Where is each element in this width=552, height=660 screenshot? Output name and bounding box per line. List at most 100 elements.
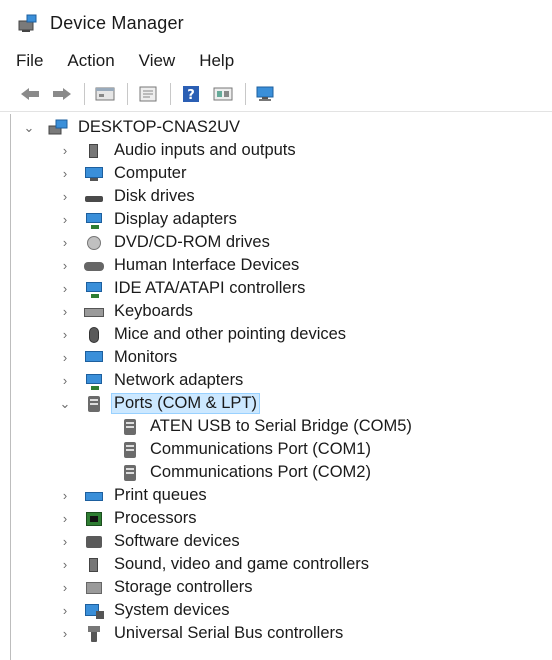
tree-node[interactable]: › Disk drives (57, 185, 198, 208)
mouse-icon (83, 325, 105, 345)
help-button[interactable]: ? (177, 81, 205, 107)
tree-node-label: Network adapters (114, 371, 244, 389)
tree-node[interactable]: › Processors (57, 507, 200, 530)
expand-chevron-icon[interactable]: › (57, 534, 73, 550)
tree-child[interactable]: Communications Port (COM1) (119, 438, 374, 461)
tree-node[interactable]: › Audio inputs and outputs (57, 139, 299, 162)
tree-node-label: Universal Serial Bus controllers (114, 624, 344, 642)
expand-chevron-icon[interactable]: › (57, 281, 73, 297)
properties-icon (139, 86, 157, 101)
expand-chevron-icon[interactable]: › (57, 212, 73, 228)
title-bar: Device Manager (0, 0, 552, 46)
scan-hardware-button[interactable] (252, 81, 280, 107)
expand-chevron-icon[interactable]: › (57, 143, 73, 159)
tree-node-label: Disk drives (114, 187, 195, 205)
expand-chevron-icon[interactable]: › (57, 603, 73, 619)
tree-root[interactable]: ⌄ DESKTOP-CNAS2UV (21, 116, 243, 139)
tree-node[interactable]: › System devices (57, 599, 233, 622)
display-adapter-icon (83, 210, 105, 230)
dvd-drive-icon (83, 233, 105, 253)
tree-node[interactable]: › IDE ATA/ATAPI controllers (57, 277, 308, 300)
computer-root-icon (47, 118, 69, 138)
menu-view[interactable]: View (139, 51, 176, 71)
speaker-icon (83, 141, 105, 161)
tree-node-selected[interactable]: ⌄ Ports (COM & LPT) (57, 392, 261, 415)
tree-child-label: ATEN USB to Serial Bridge (COM5) (150, 417, 412, 435)
tree-node-label: System devices (114, 601, 230, 619)
tree-node[interactable]: › Mice and other pointing devices (57, 323, 349, 346)
tree-node[interactable]: › Sound, video and game controllers (57, 553, 372, 576)
expand-chevron-icon[interactable]: › (57, 350, 73, 366)
toolbar-separator (170, 82, 171, 105)
tree-node-label: Audio inputs and outputs (114, 141, 296, 159)
expand-chevron-icon[interactable]: › (57, 373, 73, 389)
tree-node[interactable]: › Display adapters (57, 208, 240, 231)
tree-node[interactable]: › Computer (57, 162, 189, 185)
port-icon (119, 440, 141, 460)
expand-chevron-icon[interactable]: › (57, 580, 73, 596)
menu-help[interactable]: Help (199, 51, 234, 71)
tree-child[interactable]: Communications Port (COM2) (119, 461, 374, 484)
window-title: Device Manager (50, 12, 184, 33)
tree-node-label: Sound, video and game controllers (114, 555, 369, 573)
forward-arrow-icon (53, 87, 71, 100)
menu-bar: File Action View Help (0, 46, 552, 76)
tree-node-label: DVD/CD-ROM drives (114, 233, 270, 251)
console-tree-icon (95, 87, 115, 100)
software-device-icon (83, 532, 105, 552)
tree-node[interactable]: › Keyboards (57, 300, 196, 323)
tree-child-label: Communications Port (COM2) (150, 463, 371, 481)
toolbar-separator (245, 82, 246, 105)
back-arrow-icon (21, 87, 39, 100)
tree-node-label: Ports (COM & LPT) (111, 393, 261, 414)
tree-node-label: Processors (114, 509, 197, 527)
disk-drive-icon (83, 187, 105, 207)
tree-node[interactable]: › Print queues (57, 484, 210, 507)
collapse-chevron-icon[interactable]: ⌄ (21, 120, 37, 136)
tree-root-label: DESKTOP-CNAS2UV (78, 118, 240, 136)
tree-node-label: Software devices (114, 532, 240, 550)
hid-icon (83, 256, 105, 276)
tree-node[interactable]: › Network adapters (57, 369, 246, 392)
tree-node[interactable]: › DVD/CD-ROM drives (57, 231, 273, 254)
properties-button[interactable] (134, 81, 162, 107)
menu-action[interactable]: Action (67, 51, 114, 71)
tree-node-label: Storage controllers (114, 578, 253, 596)
tree-node[interactable]: › Storage controllers (57, 576, 256, 599)
forward-button[interactable] (48, 81, 76, 107)
help-icon: ? (183, 85, 199, 103)
tree-node-label: Monitors (114, 348, 178, 366)
collapse-chevron-icon[interactable]: ⌄ (57, 396, 73, 412)
tree-child-label: Communications Port (COM1) (150, 440, 371, 458)
show-hide-console-tree-button[interactable] (91, 81, 119, 107)
expand-chevron-icon[interactable]: › (57, 304, 73, 320)
storage-controller-icon (83, 578, 105, 598)
tree-node[interactable]: › Human Interface Devices (57, 254, 302, 277)
printer-icon (83, 486, 105, 506)
expand-chevron-icon[interactable]: › (57, 511, 73, 527)
tree-node[interactable]: › Monitors (57, 346, 180, 369)
toolbar-separator (84, 82, 85, 105)
tree-node[interactable]: › Universal Serial Bus controllers (57, 622, 346, 645)
tree-node-label: IDE ATA/ATAPI controllers (114, 279, 306, 297)
expand-chevron-icon[interactable]: › (57, 258, 73, 274)
update-driver-button[interactable] (209, 81, 237, 107)
menu-file[interactable]: File (16, 51, 43, 71)
expand-chevron-icon[interactable]: › (57, 235, 73, 251)
back-button[interactable] (16, 81, 44, 107)
tree-node-label: Print queues (114, 486, 207, 504)
expand-chevron-icon[interactable]: › (57, 327, 73, 343)
network-adapter-icon (83, 371, 105, 391)
monitor-icon (83, 348, 105, 368)
expand-chevron-icon[interactable]: › (57, 488, 73, 504)
tree-node[interactable]: › Software devices (57, 530, 243, 553)
expand-chevron-icon[interactable]: › (57, 626, 73, 642)
expand-chevron-icon[interactable]: › (57, 166, 73, 182)
svg-text:?: ? (187, 88, 195, 103)
expand-chevron-icon[interactable]: › (57, 557, 73, 573)
port-icon (119, 417, 141, 437)
tree-node-label: Computer (114, 164, 187, 182)
expand-chevron-icon[interactable]: › (57, 189, 73, 205)
tree-child[interactable]: ATEN USB to Serial Bridge (COM5) (119, 415, 415, 438)
scan-hardware-icon (256, 86, 274, 101)
